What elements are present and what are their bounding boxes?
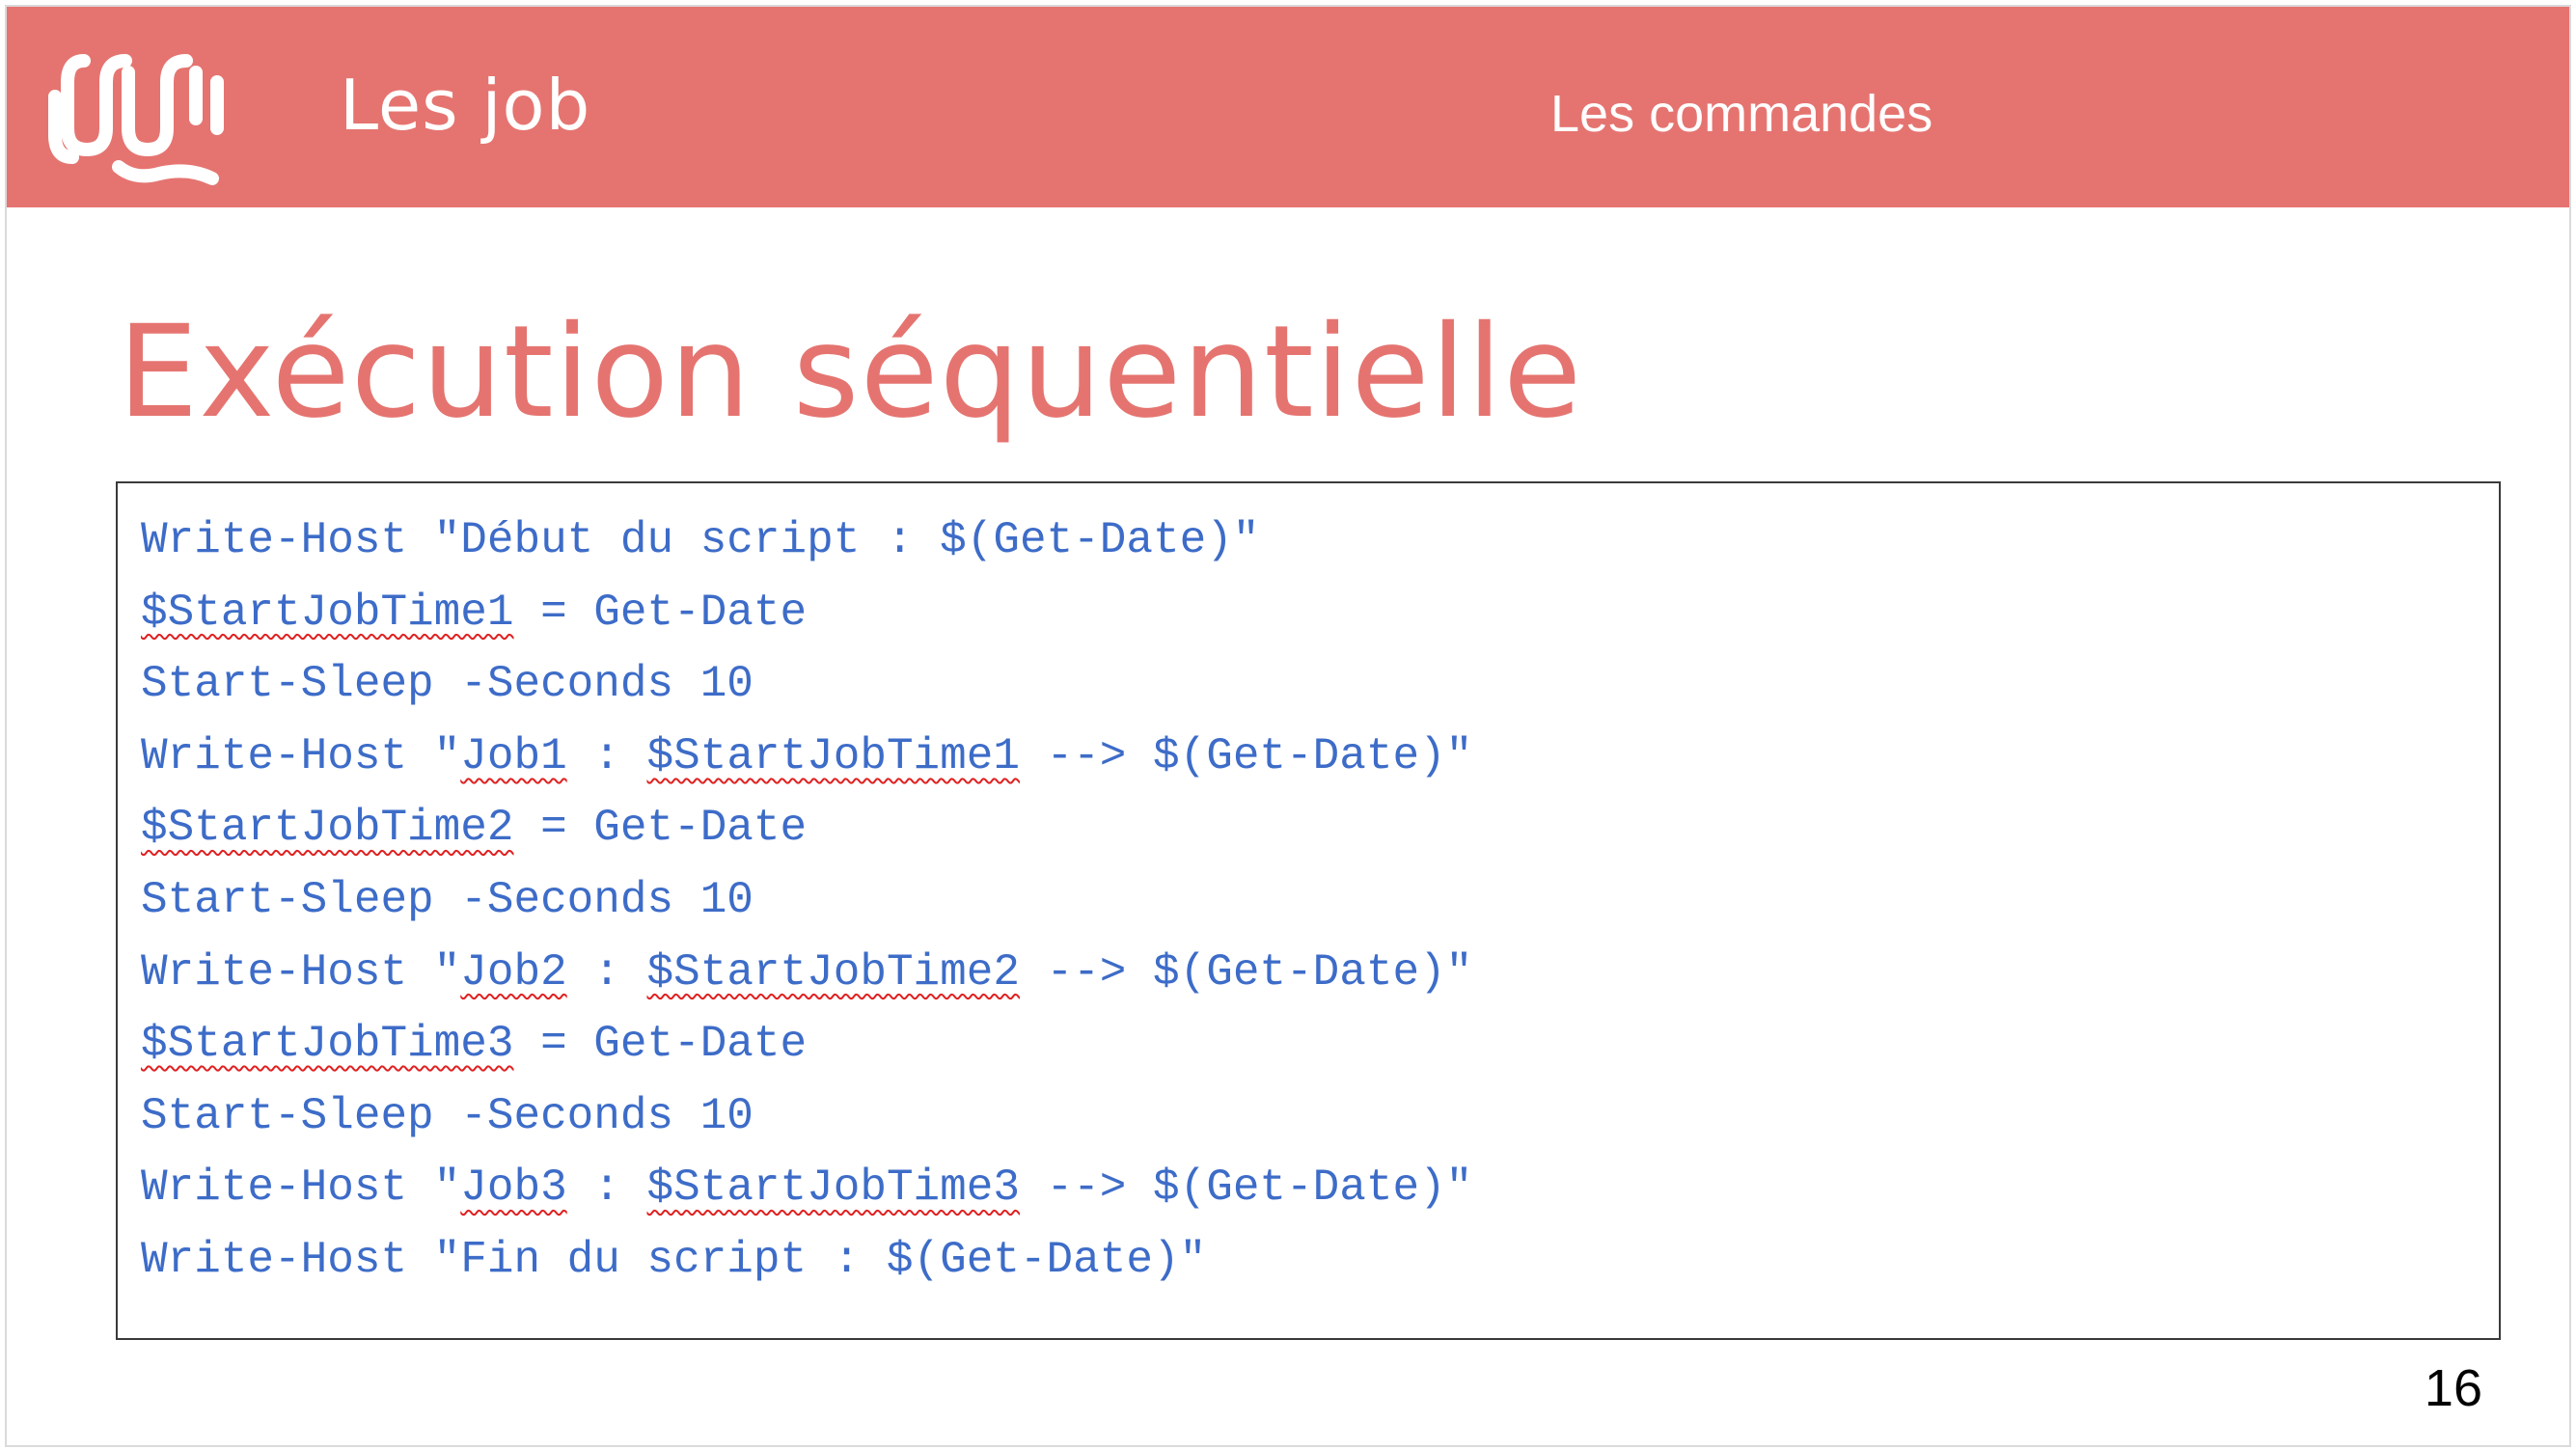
slide: Les job Les commandes Exécution séquenti… (5, 5, 2571, 1447)
code-token: = Get-Date (513, 587, 808, 638)
section-title: Les job (340, 65, 591, 146)
code-token: --> $(Get-Date)" (1019, 946, 1473, 998)
code-token: Write-Host "Fin du script : $(Get-Date)" (141, 1234, 1207, 1285)
code-line: $StartJobTime1 = Get-Date (141, 577, 1472, 649)
code-token: --> $(Get-Date)" (1019, 730, 1473, 781)
spellcheck-flagged-token: $StartJobTime2 (646, 946, 1020, 998)
code-token: Start-Sleep -Seconds 10 (141, 659, 754, 710)
code-token: Start-Sleep -Seconds 10 (141, 874, 754, 925)
code-line: Start-Sleep -Seconds 10 (141, 864, 1472, 937)
page-number: 16 (2424, 1359, 2482, 1417)
wave-logo-icon (48, 54, 224, 185)
slide-header: Les job Les commandes (7, 7, 2569, 207)
code-line: Write-Host "Job1 : $StartJobTime1 --> $(… (141, 721, 1472, 793)
code-token: : (566, 1162, 647, 1214)
code-token: Start-Sleep -Seconds 10 (141, 1090, 754, 1141)
code-lines: Write-Host "Début du script : $(Get-Date… (141, 505, 1472, 1297)
spellcheck-flagged-token: $StartJobTime3 (646, 1162, 1020, 1214)
code-token: = Get-Date (513, 803, 808, 854)
code-line: $StartJobTime2 = Get-Date (141, 792, 1472, 864)
code-line: $StartJobTime3 = Get-Date (141, 1008, 1472, 1080)
code-token: : (566, 730, 647, 781)
spellcheck-flagged-token: Job3 (460, 1162, 567, 1214)
code-token: : (566, 946, 647, 998)
code-line: Write-Host "Job2 : $StartJobTime2 --> $(… (141, 937, 1472, 1009)
code-token: Write-Host " (141, 946, 461, 998)
code-token: --> $(Get-Date)" (1019, 1162, 1473, 1214)
code-line: Write-Host "Fin du script : $(Get-Date)" (141, 1224, 1472, 1297)
code-token: = Get-Date (513, 1019, 808, 1070)
spellcheck-flagged-token: Job1 (460, 730, 567, 781)
code-token: Write-Host " (141, 730, 461, 781)
code-line: Write-Host "Job3 : $StartJobTime3 --> $(… (141, 1152, 1472, 1224)
code-token: Write-Host " (141, 1162, 461, 1214)
spellcheck-flagged-token: Job2 (460, 946, 567, 998)
code-line: Write-Host "Début du script : $(Get-Date… (141, 505, 1472, 577)
code-token: Write-Host "Début du script : $(Get-Date… (141, 515, 1260, 565)
code-line: Start-Sleep -Seconds 10 (141, 648, 1472, 721)
spellcheck-flagged-token: $StartJobTime2 (141, 803, 514, 854)
code-block: Write-Host "Début du script : $(Get-Date… (116, 481, 2501, 1340)
spellcheck-flagged-token: $StartJobTime3 (141, 1019, 514, 1070)
code-line: Start-Sleep -Seconds 10 (141, 1080, 1472, 1153)
slide-title: Exécution séquentielle (118, 298, 1583, 447)
header-subtitle: Les commandes (1550, 85, 1933, 143)
spellcheck-flagged-token: $StartJobTime1 (141, 587, 514, 638)
spellcheck-flagged-token: $StartJobTime1 (646, 730, 1020, 781)
